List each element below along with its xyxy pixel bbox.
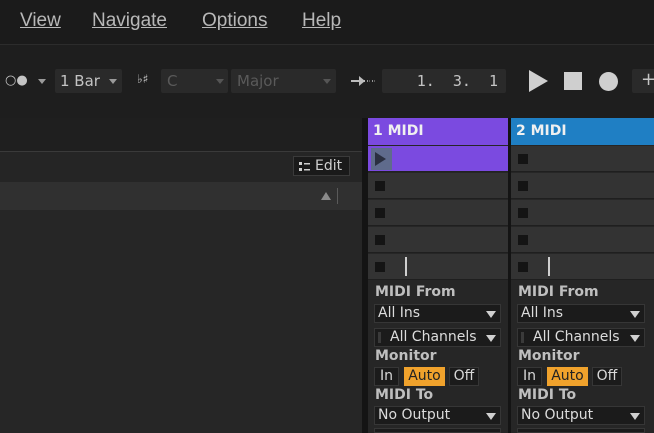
record-icon[interactable] (599, 72, 618, 91)
quantize-dropdown[interactable]: 1 Bar (55, 69, 122, 93)
sort-up-icon[interactable] (321, 191, 331, 201)
chevron-down-icon (486, 413, 496, 420)
midi-to-label: MIDI To (375, 387, 434, 403)
monitor-auto-button[interactable]: Auto (547, 367, 588, 386)
track-1: 1 MIDI MIDI From All Ins All Channels Mo… (368, 118, 508, 433)
scale-dropdown[interactable]: Major (231, 69, 336, 93)
column-divider (337, 188, 338, 204)
midi-to-value: No Output (378, 407, 451, 423)
stop-button-icon[interactable] (518, 154, 528, 164)
midi-to-dropdown[interactable]: No Output (374, 406, 501, 425)
plus-icon: + (641, 69, 654, 90)
channel-indicator (521, 332, 524, 343)
stop-button-icon[interactable] (375, 208, 385, 218)
midi-to-label: MIDI To (518, 387, 577, 403)
stop-button-icon[interactable] (518, 208, 528, 218)
midi-from-label: MIDI From (375, 284, 456, 300)
stop-button-icon[interactable] (518, 181, 528, 191)
add-button[interactable]: + (632, 69, 654, 93)
track-2: 2 MIDI MIDI From All Ins All Channels Mo… (511, 118, 654, 433)
edit-button[interactable]: Edit (293, 156, 350, 176)
control-bar: ○● 1 Bar ♭♯ C Major 1. 3. 1 + (0, 45, 654, 117)
chevron-down-icon (486, 335, 496, 342)
stop-button-icon[interactable] (518, 262, 528, 272)
stop-icon[interactable] (564, 72, 582, 90)
chevron-down-icon (323, 79, 331, 84)
midi-from-value: All Ins (378, 305, 421, 321)
clip-slot-playing[interactable] (368, 146, 508, 172)
channel-indicator (378, 332, 381, 343)
scale-mode-toggle[interactable]: ♭♯ (133, 69, 159, 93)
menu-navigate[interactable]: Navigate (92, 10, 167, 32)
midi-to-dropdown[interactable]: No Output (517, 406, 645, 425)
midi-from-dropdown[interactable]: All Ins (517, 304, 645, 323)
chevron-down-icon (216, 79, 224, 84)
midi-from-label: MIDI From (518, 284, 599, 300)
midi-channel-value: All Channels (533, 329, 620, 345)
midi-from-value: All Ins (521, 305, 564, 321)
list-edit-icon (299, 162, 310, 171)
insert-marker (548, 257, 550, 276)
midi-to-value: No Output (521, 407, 594, 423)
flat-sharp-icon: ♭♯ (137, 72, 149, 86)
arrow-to-marker-icon (351, 76, 375, 86)
clip-slot[interactable] (511, 227, 654, 253)
chevron-down-icon (630, 311, 640, 318)
menu-options[interactable]: Options (202, 10, 267, 32)
browser-column-header (0, 182, 362, 210)
clip-slot[interactable] (368, 173, 508, 199)
monitor-label: Monitor (518, 348, 580, 364)
stop-button-icon[interactable] (518, 235, 528, 245)
clip-slot[interactable] (368, 254, 508, 280)
browser-panel: Edit (0, 118, 362, 433)
clip-slot[interactable] (368, 200, 508, 226)
play-icon[interactable] (529, 70, 549, 92)
quantize-value: 1 Bar (60, 72, 100, 90)
clip-slot[interactable] (368, 227, 508, 253)
play-clip-icon[interactable] (375, 152, 387, 166)
stop-button-icon[interactable] (375, 262, 385, 272)
clip-slot[interactable] (511, 254, 654, 280)
browser-header (0, 118, 362, 151)
midi-channel-value: All Channels (390, 329, 477, 345)
chevron-down-icon (486, 311, 496, 318)
stop-button-icon[interactable] (375, 181, 385, 191)
midi-channel-dropdown[interactable]: All Channels (517, 328, 645, 347)
insert-marker (405, 257, 407, 276)
monitor-off-button[interactable]: Off (592, 367, 622, 386)
next-dropdown-edge (374, 428, 501, 433)
clip-slot[interactable] (511, 200, 654, 226)
monitor-auto-button[interactable]: Auto (404, 367, 445, 386)
menu-help[interactable]: Help (302, 10, 341, 32)
chevron-down-icon (630, 335, 640, 342)
stop-button-icon[interactable] (375, 235, 385, 245)
clip-slot[interactable] (511, 173, 654, 199)
position-value: 1. 3. 1 (416, 72, 498, 90)
track-title[interactable]: 1 MIDI (368, 118, 508, 145)
chevron-down-icon (38, 79, 46, 84)
follow-toggle[interactable]: ○● (0, 69, 50, 93)
loop-start-button[interactable] (346, 69, 380, 93)
monitor-in-button[interactable]: In (517, 367, 542, 386)
follow-icon: ○● (5, 73, 28, 88)
chevron-down-icon (630, 413, 640, 420)
key-dropdown[interactable]: C (161, 69, 228, 93)
edit-label: Edit (315, 158, 343, 174)
clip-slot[interactable] (511, 146, 654, 172)
monitor-in-button[interactable]: In (374, 367, 399, 386)
monitor-off-button[interactable]: Off (449, 367, 479, 386)
midi-channel-dropdown[interactable]: All Channels (374, 328, 501, 347)
chevron-down-icon (109, 79, 117, 84)
key-value: C (167, 72, 178, 90)
arrangement-position-field[interactable]: 1. 3. 1 (382, 69, 506, 93)
track-title[interactable]: 2 MIDI (511, 118, 654, 145)
midi-from-dropdown[interactable]: All Ins (374, 304, 501, 323)
menu-view[interactable]: View (20, 10, 61, 32)
monitor-label: Monitor (375, 348, 437, 364)
next-dropdown-edge (517, 428, 645, 433)
scale-value: Major (237, 72, 279, 90)
menu-bar: View Navigate Options Help (0, 0, 654, 45)
